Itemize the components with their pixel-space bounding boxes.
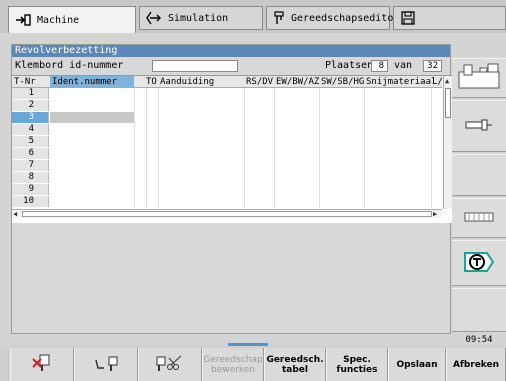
tool-number: 10 [12, 196, 49, 207]
side-button-empty[interactable] [452, 288, 506, 332]
scroll-thumb[interactable] [445, 88, 451, 118]
cut-tool-icon [155, 354, 185, 375]
clipboard-label: Klembord id-nummer [15, 60, 124, 71]
col-header[interactable]: Ident.nummer [50, 76, 134, 88]
swap-tool-icon [92, 354, 120, 375]
softkey-swap-tool[interactable] [74, 348, 138, 381]
softkey-label: Gereedsch. [266, 354, 324, 365]
tab-machine[interactable]: Machine [8, 6, 136, 33]
of-label: van [394, 60, 413, 71]
window-title: Revolverbezetting [12, 45, 450, 57]
col-header: Aanduiding [160, 77, 215, 87]
tool-table: T-Nr Ident.nummer TO Aanduiding RS/DV EW… [12, 75, 452, 223]
table-row-selected[interactable]: 3 [12, 112, 442, 123]
table-row[interactable]: 5 [12, 136, 442, 147]
tool-number: 8 [12, 172, 49, 183]
side-button-turret[interactable] [452, 58, 506, 98]
softkey-label: Spec. [343, 354, 371, 365]
table-row[interactable]: 9 [12, 184, 442, 195]
softkey-special-functions[interactable]: Spec. functies [326, 348, 388, 381]
turret-occupation-window: Revolverbezetting Klembord id-nummer Pla… [11, 44, 452, 334]
tab-label: Gereedschapseditor [291, 12, 400, 24]
side-button-strip[interactable] [452, 198, 506, 238]
side-button-empty[interactable] [452, 154, 506, 196]
tool-number: 9 [12, 184, 49, 195]
tab-label: Simulation [168, 12, 229, 24]
table-row[interactable]: 1 [12, 88, 442, 99]
side-button-t[interactable] [452, 240, 506, 286]
table-row[interactable]: 6 [12, 148, 442, 159]
softkey-label: Opslaan [396, 359, 438, 370]
scroll-left-icon[interactable]: ◀ [13, 211, 17, 218]
clock: 09:54 [465, 335, 493, 345]
tool-number: 7 [12, 160, 49, 171]
softkey-label: functies [336, 364, 378, 375]
table-row[interactable]: 7 [12, 160, 442, 171]
tool-strip-icon [464, 210, 494, 227]
col-header: TO [146, 77, 157, 87]
softkey-label: Gereedschap [203, 354, 263, 365]
table-header: T-Nr Ident.nummer TO Aanduiding RS/DV EW… [12, 76, 442, 88]
tab-save-file[interactable] [393, 6, 506, 30]
tab-label: Machine [37, 14, 80, 26]
col-header: RS/DV [246, 77, 274, 87]
delete-tool-icon [31, 353, 53, 376]
softkey-cut-tool[interactable] [138, 348, 202, 381]
vertical-scrollbar[interactable]: ▲ [443, 76, 452, 209]
places-value: 8 [371, 60, 388, 72]
tool-number: 4 [12, 124, 49, 135]
tab-simulation[interactable]: Simulation [139, 6, 263, 30]
softkey-cancel[interactable]: Afbreken [446, 348, 506, 381]
tool-number: 5 [12, 136, 49, 147]
t-tool-icon [462, 250, 496, 277]
side-panel [452, 44, 506, 344]
softkey-label: tabel [281, 364, 308, 375]
arrow-right-box-icon [15, 13, 31, 27]
turret-tool-icon [458, 62, 500, 95]
ident-cell[interactable] [50, 112, 134, 123]
tool-number: 6 [12, 148, 49, 159]
info-bar: Klembord id-nummer Plaatsen 8 van 32 [12, 59, 450, 73]
col-header: EW/BW/AZ [276, 77, 320, 87]
softkey-tool-table[interactable]: Gereedsch. tabel [264, 348, 326, 381]
horizontal-scrollbar[interactable]: ◀ ▶ [12, 209, 442, 218]
softkey-label: bewerken [211, 364, 255, 375]
scroll-right-icon[interactable]: ▶ [433, 211, 437, 218]
scroll-thumb[interactable] [22, 211, 432, 217]
tool-number: 3 [12, 112, 49, 123]
tool-number: 1 [12, 88, 49, 99]
places-label: Plaatsen [325, 60, 374, 71]
table-row[interactable]: 2 [12, 100, 442, 111]
softkey-delete-tool[interactable] [10, 348, 74, 381]
softkey-bar: Gereedschap bewerken Gereedsch. tabel Spec… [0, 346, 506, 381]
softkey-edit-tool[interactable]: Gereedschap bewerken [202, 348, 264, 381]
softkey-save[interactable]: Opslaan [388, 348, 446, 381]
table-row[interactable]: 8 [12, 172, 442, 183]
col-header: Snijmateriaal [366, 77, 434, 87]
clipboard-id-field[interactable] [152, 60, 238, 72]
side-button-shank[interactable] [452, 100, 506, 152]
col-header: SW/SB/HG [321, 77, 365, 87]
table-row[interactable]: 4 [12, 124, 442, 135]
floppy-icon [400, 11, 416, 25]
softkey-label: Afbreken [452, 359, 500, 370]
scroll-up-icon[interactable]: ▲ [445, 78, 449, 85]
tool-shank-icon [465, 119, 493, 134]
col-header: L/ [432, 77, 442, 87]
table-row[interactable]: 10 [12, 196, 442, 207]
tool-holder-icon [273, 11, 285, 25]
col-header: T-Nr [14, 77, 36, 87]
tool-number: 2 [12, 100, 49, 111]
diamond-arrow-icon [146, 11, 162, 25]
tab-bar: Machine Simulation Gereedschapseditor [0, 0, 506, 33]
tab-gereedschapseditor[interactable]: Gereedschapseditor [266, 6, 399, 30]
of-value: 32 [423, 60, 442, 72]
